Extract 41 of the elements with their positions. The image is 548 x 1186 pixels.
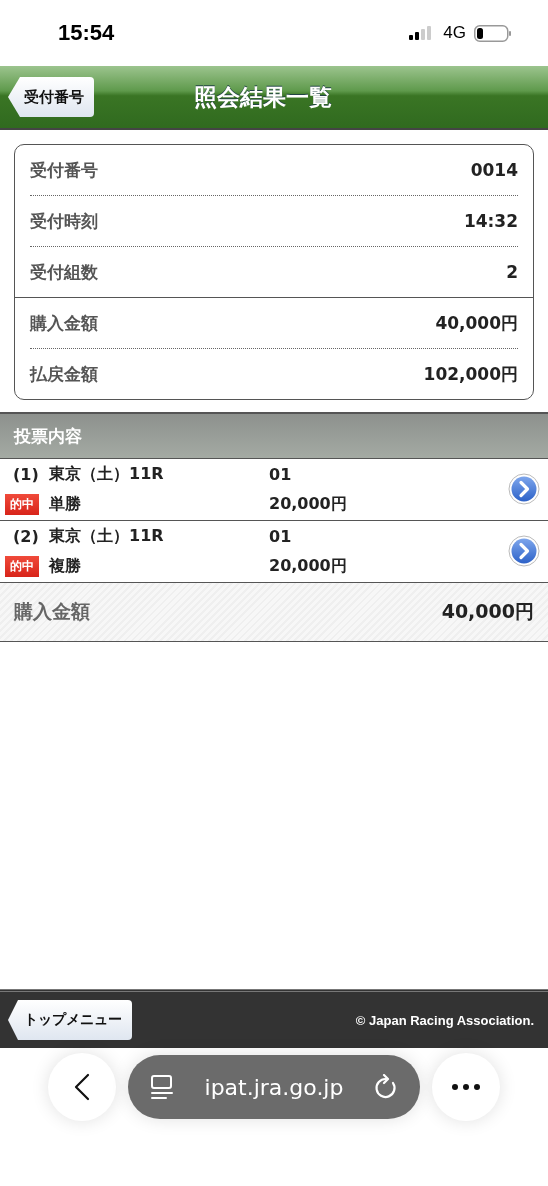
field-value: 102,000円 (423, 362, 518, 386)
field-value: 0014 (470, 160, 518, 180)
detail-button[interactable] (508, 535, 540, 567)
back-button[interactable]: 受付番号 (8, 77, 94, 117)
hit-badge: 的中 (5, 555, 39, 577)
bet-type: 単勝 (49, 493, 82, 515)
field-label: 払戻金額 (30, 362, 98, 386)
network-type: 4G (443, 23, 466, 43)
total-label: 購入金額 (14, 599, 90, 624)
field-label: 購入金額 (30, 311, 98, 335)
top-menu-button[interactable]: トップメニュー (8, 1000, 132, 1040)
battery-icon (474, 24, 512, 42)
bet-amount: 20,000円 (269, 555, 348, 577)
back-icon (74, 1073, 90, 1101)
race-name: 東京（土）11R (49, 463, 165, 485)
race-name: 東京（土）11R (49, 525, 165, 547)
clock-time: 15:54 (58, 20, 116, 46)
field-value: 40,000円 (435, 311, 518, 335)
selection: 01 (269, 464, 293, 484)
bet-number: (1) (12, 464, 40, 484)
bet-amount: 20,000円 (269, 493, 348, 515)
url-text: ipat.jra.go.jp (204, 1074, 344, 1100)
bet-number: (2) (12, 526, 40, 546)
field-label: 受付時刻 (30, 209, 98, 233)
field-label: 受付番号 (30, 158, 98, 182)
reload-icon[interactable] (374, 1074, 398, 1100)
field-value: 14:32 (463, 211, 518, 231)
address-bar[interactable]: ipat.jra.go.jp (128, 1055, 420, 1119)
more-icon (452, 1084, 480, 1090)
bet-type: 複勝 (49, 555, 82, 577)
page-menu-icon[interactable] (150, 1074, 174, 1100)
selection: 01 (269, 526, 293, 546)
detail-button[interactable] (508, 473, 540, 505)
hit-badge: 的中 (5, 493, 39, 515)
page-title: 照会結果一覧 (194, 82, 332, 112)
field-value: 2 (506, 262, 518, 282)
total-value: 40,000円 (441, 599, 534, 624)
field-label: 受付組数 (30, 260, 98, 284)
copyright-text: © Japan Racing Association. (355, 1012, 534, 1028)
section-header: 投票内容 (0, 412, 548, 459)
bet-row[interactable]: (1) 東京（土）11R 01 的中 単勝 20,000円 (0, 459, 548, 521)
